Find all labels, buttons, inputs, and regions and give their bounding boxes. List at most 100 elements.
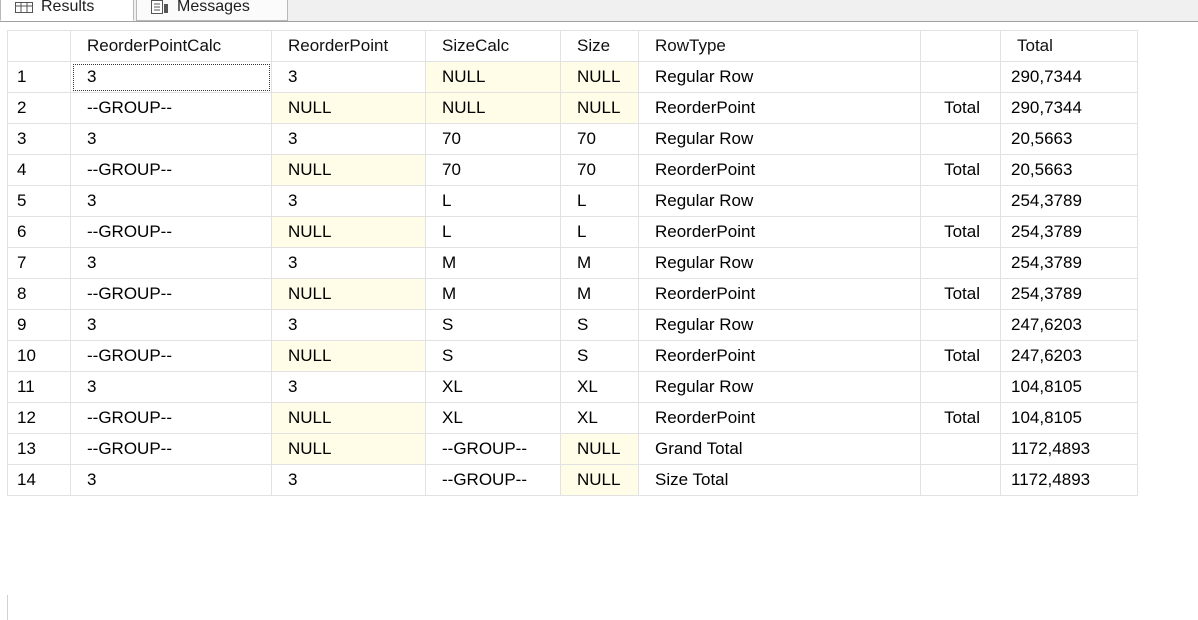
rowtype-total-cell[interactable]: [920, 464, 1001, 496]
reorderpointcalc-cell[interactable]: 3: [70, 309, 272, 341]
total-cell[interactable]: 104,8105: [1000, 371, 1138, 403]
table-row[interactable]: 14 3 3 --GROUP-- NULL Size Total 1172,4893: [7, 464, 1138, 496]
sizecalc-header[interactable]: SizeCalc: [425, 30, 561, 62]
reorderpointcalc-cell[interactable]: 3: [70, 123, 272, 155]
total-cell[interactable]: 1172,4893: [1000, 433, 1138, 465]
row-number[interactable]: 4: [7, 154, 71, 186]
size-cell[interactable]: XL: [560, 402, 639, 434]
table-row[interactable]: 5 3 3 L L Regular Row 254,3789: [7, 185, 1138, 217]
size-cell[interactable]: L: [560, 185, 639, 217]
rowtype-cell[interactable]: Size Total: [638, 464, 921, 496]
total-cell[interactable]: 104,8105: [1000, 402, 1138, 434]
sizecalc-cell[interactable]: S: [425, 309, 561, 341]
rowtype-cell[interactable]: ReorderPoint: [638, 154, 921, 186]
rowtype-suffix-header[interactable]: [920, 30, 1001, 62]
size-cell[interactable]: XL: [560, 371, 639, 403]
reorderpoint-cell[interactable]: 3: [271, 464, 426, 496]
reorderpointcalc-cell[interactable]: 3: [70, 61, 272, 93]
table-row[interactable]: 11 3 3 XL XL Regular Row 104,8105: [7, 371, 1138, 403]
sizecalc-cell[interactable]: M: [425, 247, 561, 279]
total-cell[interactable]: 1172,4893: [1000, 464, 1138, 496]
size-cell[interactable]: 70: [560, 123, 639, 155]
reorderpoint-cell[interactable]: 3: [271, 61, 426, 93]
reorderpoint-cell[interactable]: 3: [271, 309, 426, 341]
reorderpoint-cell[interactable]: NULL: [271, 154, 426, 186]
rowtype-cell[interactable]: ReorderPoint: [638, 278, 921, 310]
sizecalc-cell[interactable]: M: [425, 278, 561, 310]
size-cell[interactable]: 70: [560, 154, 639, 186]
table-row[interactable]: 2 --GROUP-- NULL NULL NULL ReorderPoint Total 2…: [7, 92, 1138, 124]
reorderpointcalc-cell[interactable]: --GROUP--: [70, 92, 272, 124]
total-cell[interactable]: 247,6203: [1000, 340, 1138, 372]
reorderpointcalc-cell[interactable]: --GROUP--: [70, 154, 272, 186]
size-cell[interactable]: NULL: [560, 464, 639, 496]
size-cell[interactable]: NULL: [560, 92, 639, 124]
reorderpointcalc-cell[interactable]: 3: [70, 371, 272, 403]
sizecalc-cell[interactable]: L: [425, 185, 561, 217]
reorderpointcalc-cell[interactable]: --GROUP--: [70, 278, 272, 310]
rowtype-total-cell[interactable]: [920, 61, 1001, 93]
size-header[interactable]: Size: [560, 30, 639, 62]
total-cell[interactable]: 254,3789: [1000, 216, 1138, 248]
row-number[interactable]: 2: [7, 92, 71, 124]
rowtype-total-cell[interactable]: Total: [920, 154, 1001, 186]
row-number[interactable]: 8: [7, 278, 71, 310]
reorderpoint-cell[interactable]: NULL: [271, 92, 426, 124]
rowtype-total-cell[interactable]: Total: [920, 216, 1001, 248]
rowtype-total-cell[interactable]: [920, 309, 1001, 341]
table-row[interactable]: 4 --GROUP-- NULL 70 70 ReorderPoint Total 20,56…: [7, 154, 1138, 186]
reorderpoint-cell[interactable]: 3: [271, 185, 426, 217]
rowtype-cell[interactable]: ReorderPoint: [638, 92, 921, 124]
rowtype-header[interactable]: RowType: [638, 30, 921, 62]
table-row[interactable]: 12 --GROUP-- NULL XL XL ReorderPoint Total 104,…: [7, 402, 1138, 434]
row-number[interactable]: 10: [7, 340, 71, 372]
table-row[interactable]: 1 3 3 NULL NULL Regular Row 290,7344: [7, 61, 1138, 93]
total-cell[interactable]: 247,6203: [1000, 309, 1138, 341]
sizecalc-cell[interactable]: NULL: [425, 61, 561, 93]
table-row[interactable]: 10 --GROUP-- NULL S S ReorderPoint Total 247,62…: [7, 340, 1138, 372]
reorderpoint-cell[interactable]: NULL: [271, 402, 426, 434]
row-number-header[interactable]: [7, 30, 71, 62]
rowtype-total-cell[interactable]: Total: [920, 92, 1001, 124]
sizecalc-cell[interactable]: XL: [425, 402, 561, 434]
reorderpoint-cell[interactable]: NULL: [271, 216, 426, 248]
sizecalc-cell[interactable]: 70: [425, 154, 561, 186]
size-cell[interactable]: S: [560, 340, 639, 372]
reorderpoint-cell[interactable]: 3: [271, 371, 426, 403]
size-cell[interactable]: M: [560, 247, 639, 279]
total-cell[interactable]: 290,7344: [1000, 61, 1138, 93]
sizecalc-cell[interactable]: --GROUP--: [425, 464, 561, 496]
reorderpointcalc-cell[interactable]: --GROUP--: [70, 340, 272, 372]
reorderpoint-cell[interactable]: 3: [271, 247, 426, 279]
reorderpointcalc-cell[interactable]: 3: [70, 464, 272, 496]
reorderpointcalc-cell[interactable]: 3: [70, 247, 272, 279]
table-row[interactable]: 9 3 3 S S Regular Row 247,6203: [7, 309, 1138, 341]
size-cell[interactable]: L: [560, 216, 639, 248]
row-number[interactable]: 14: [7, 464, 71, 496]
rowtype-cell[interactable]: ReorderPoint: [638, 216, 921, 248]
sizecalc-cell[interactable]: --GROUP--: [425, 433, 561, 465]
table-row[interactable]: 13 --GROUP-- NULL --GROUP-- NULL Grand Total 1…: [7, 433, 1138, 465]
sizecalc-cell[interactable]: S: [425, 340, 561, 372]
size-cell[interactable]: NULL: [560, 433, 639, 465]
rowtype-total-cell[interactable]: [920, 185, 1001, 217]
total-cell[interactable]: 290,7344: [1000, 92, 1138, 124]
table-row[interactable]: 8 --GROUP-- NULL M M ReorderPoint Total 254,378…: [7, 278, 1138, 310]
row-number[interactable]: 12: [7, 402, 71, 434]
rowtype-total-cell[interactable]: [920, 123, 1001, 155]
size-cell[interactable]: S: [560, 309, 639, 341]
reorderpoint-cell[interactable]: NULL: [271, 433, 426, 465]
size-cell[interactable]: M: [560, 278, 639, 310]
rowtype-total-cell[interactable]: Total: [920, 402, 1001, 434]
reorderpointcalc-cell[interactable]: --GROUP--: [70, 433, 272, 465]
tab-results[interactable]: Results: [0, 0, 134, 21]
row-number[interactable]: 1: [7, 61, 71, 93]
rowtype-cell[interactable]: Regular Row: [638, 123, 921, 155]
table-row[interactable]: 7 3 3 M M Regular Row 254,3789: [7, 247, 1138, 279]
rowtype-cell[interactable]: Regular Row: [638, 185, 921, 217]
row-number[interactable]: 5: [7, 185, 71, 217]
rowtype-total-cell[interactable]: Total: [920, 278, 1001, 310]
rowtype-cell[interactable]: ReorderPoint: [638, 340, 921, 372]
reorderpointcalc-cell[interactable]: --GROUP--: [70, 402, 272, 434]
sizecalc-cell[interactable]: 70: [425, 123, 561, 155]
